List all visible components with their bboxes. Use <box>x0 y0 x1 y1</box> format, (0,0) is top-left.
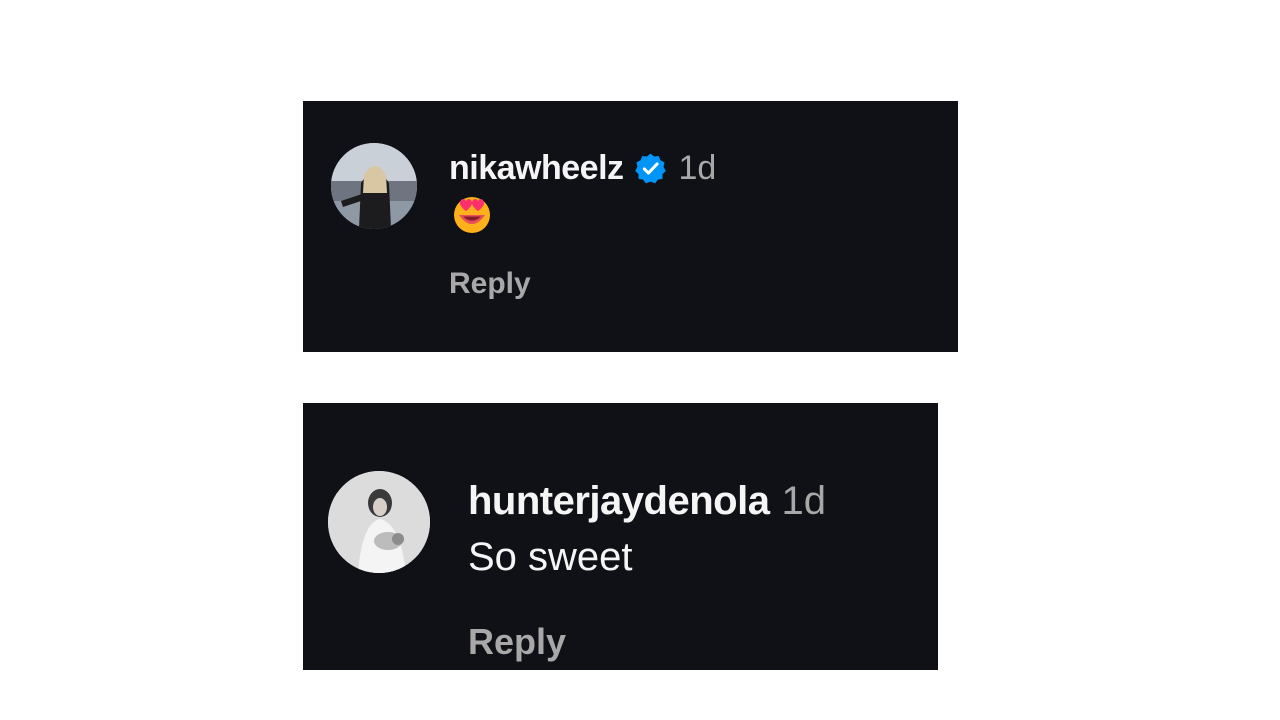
comment-text: So sweet <box>468 535 633 579</box>
reply-button[interactable]: Reply <box>468 621 566 663</box>
reply-button[interactable]: Reply <box>449 267 531 301</box>
comment-card: nikawheelz 1d Reply <box>303 101 958 352</box>
avatar[interactable] <box>331 143 417 229</box>
timestamp: 1d <box>678 149 717 187</box>
avatar[interactable] <box>328 471 430 573</box>
verified-badge-icon <box>634 152 667 185</box>
heart-eyes-emoji-icon <box>451 193 493 235</box>
username[interactable]: nikawheelz <box>449 149 624 188</box>
timestamp: 1d <box>781 479 826 523</box>
comment-text <box>451 193 493 244</box>
username[interactable]: hunterjaydenola <box>468 479 770 524</box>
avatar-photo <box>328 471 430 573</box>
comment-header: nikawheelz 1d <box>449 146 716 188</box>
comment-header: hunterjaydenola 1d <box>468 479 826 524</box>
comment-card: hunterjaydenola 1d So sweet Reply <box>303 403 938 670</box>
avatar-photo <box>331 143 417 229</box>
